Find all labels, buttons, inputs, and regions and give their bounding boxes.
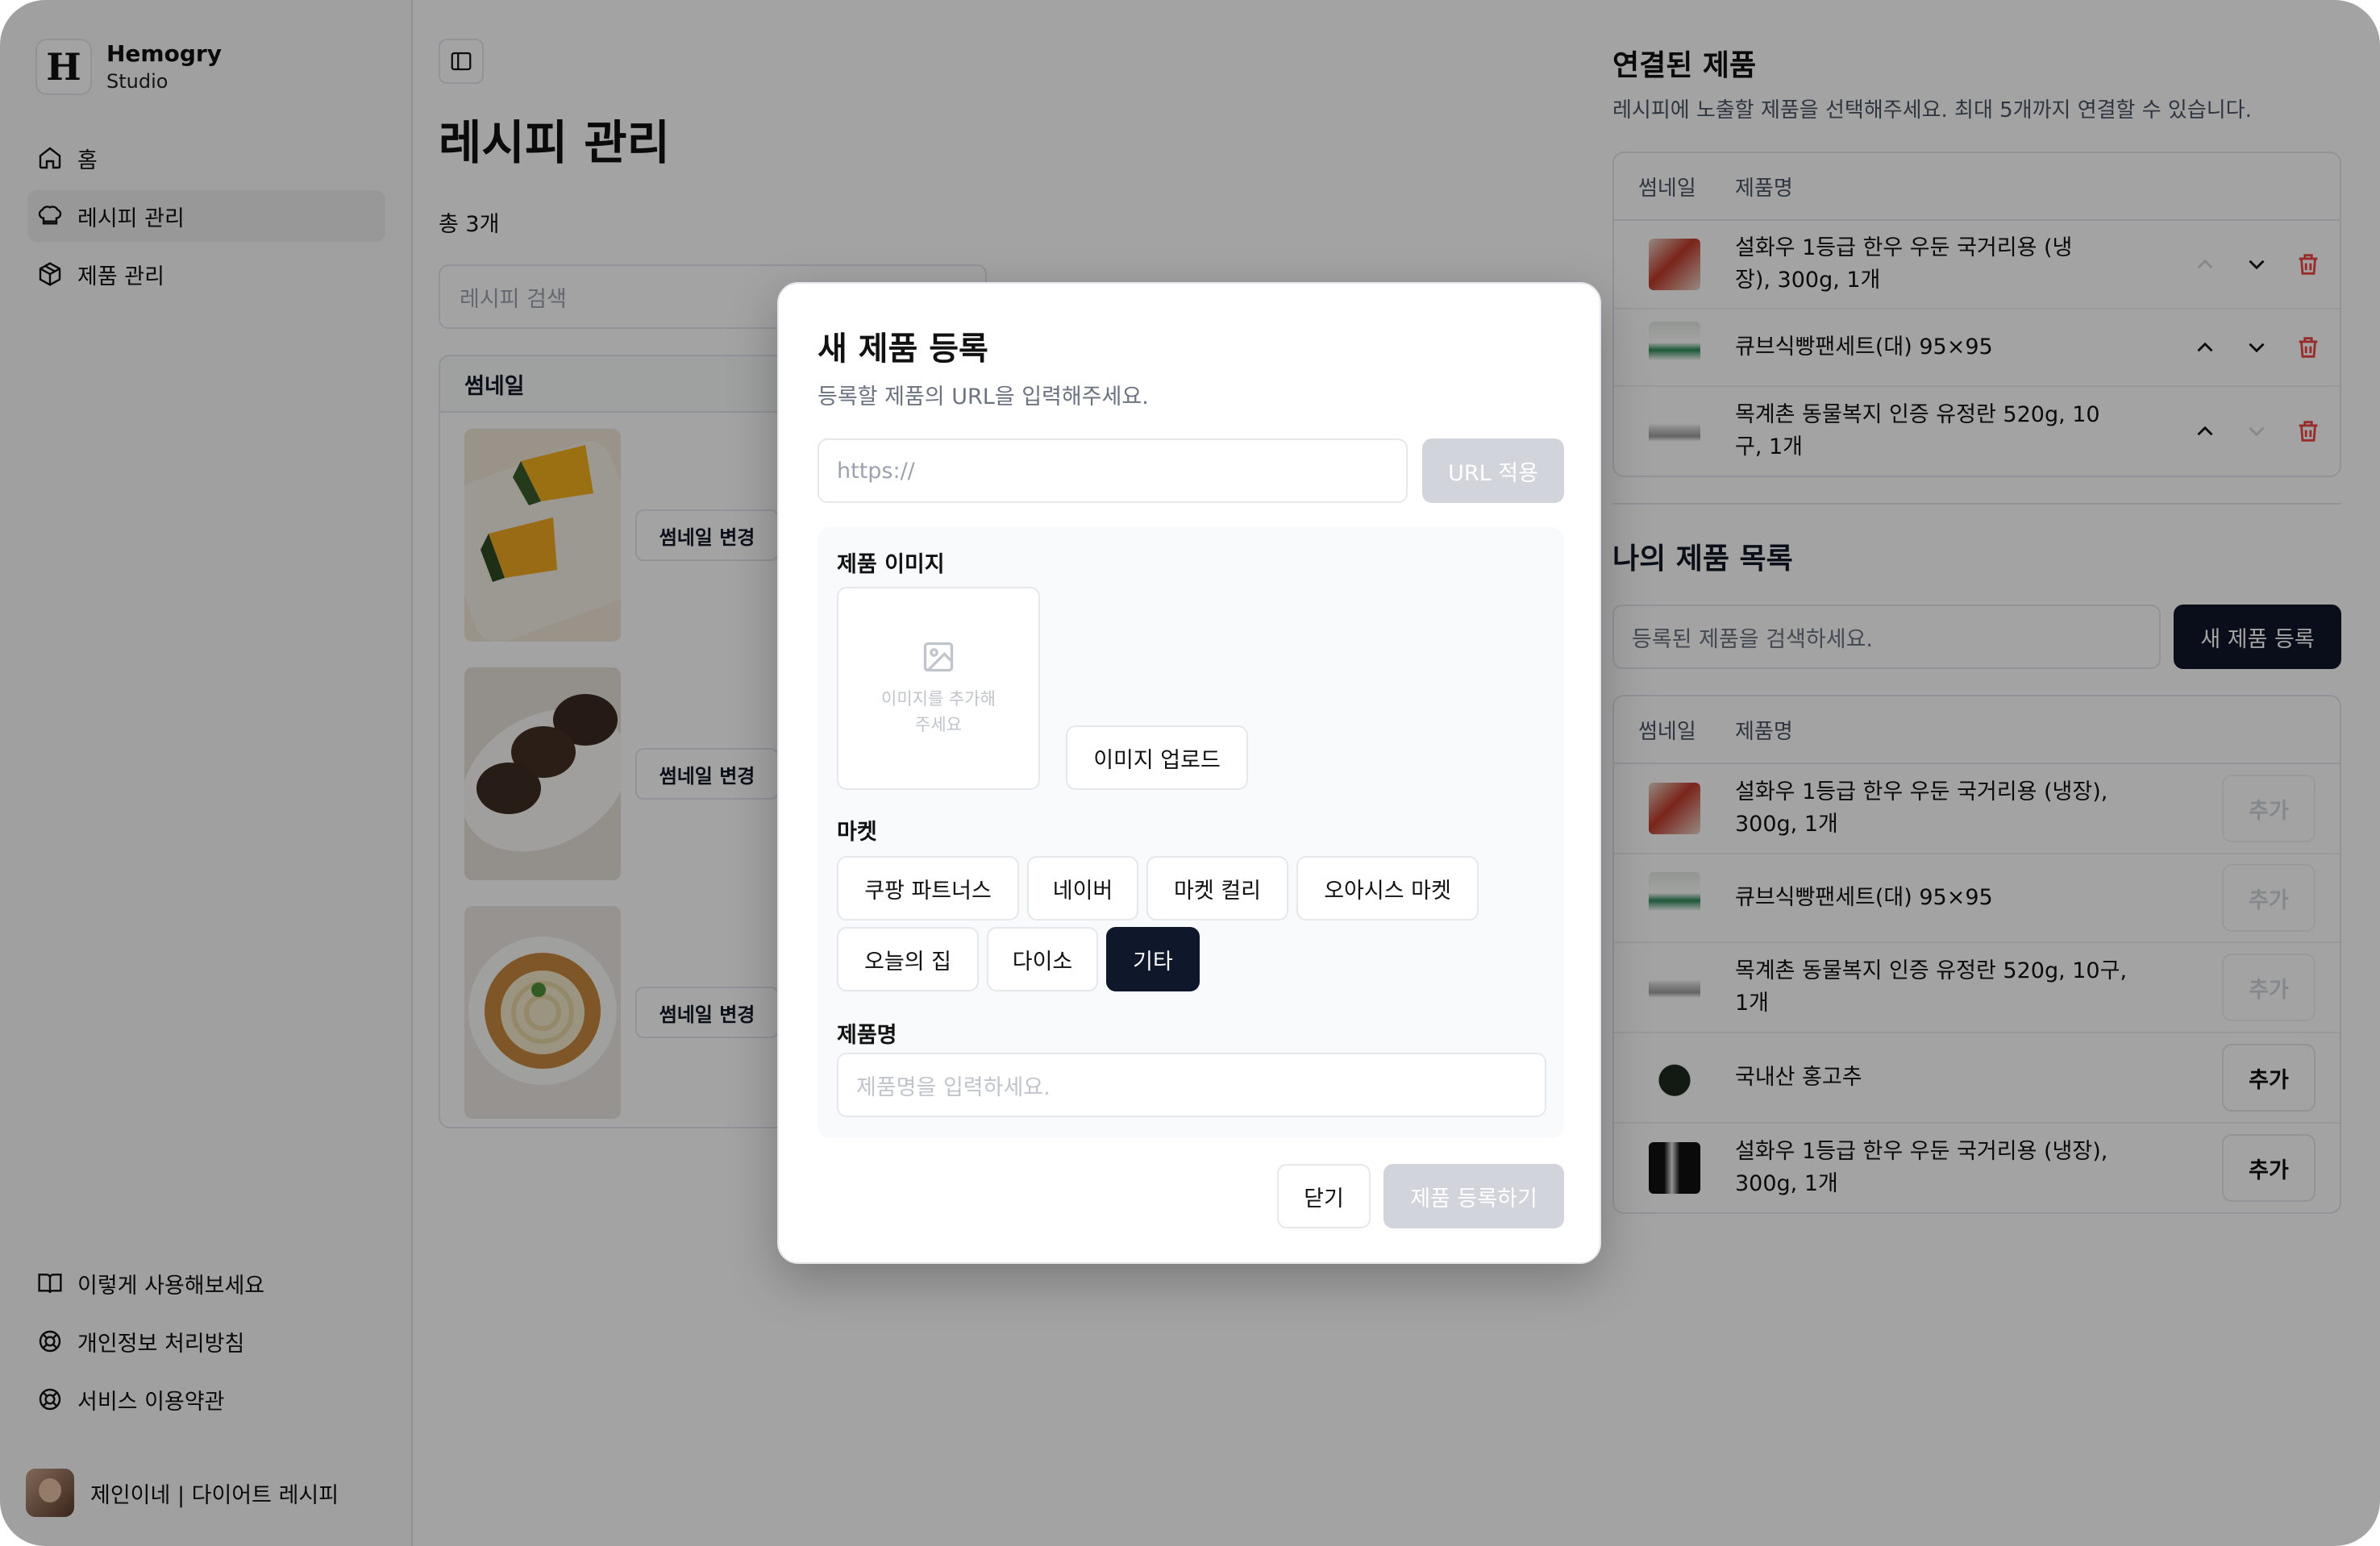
image-placeholder[interactable]: 이미지를 추가해주세요: [837, 587, 1040, 790]
apply-url-button[interactable]: URL 적용: [1422, 438, 1564, 503]
dialog-title: 새 제품 등록: [818, 330, 988, 368]
market-label: 마켓: [837, 820, 877, 845]
product-form: 제품 이미지 이미지를 추가해주세요 이미지 업로드 마켓 쿠팡 파트너스 네이…: [818, 527, 1564, 1138]
product-name-input[interactable]: 제품명을 입력하세요.: [837, 1053, 1546, 1117]
image-hint: 이미지를 추가해주세요: [881, 689, 996, 734]
new-product-dialog: 새 제품 등록 등록할 제품의 URL을 입력해주세요. https:// UR…: [777, 282, 1601, 1264]
dialog-description: 등록할 제품의 URL을 입력해주세요.: [818, 384, 1149, 409]
app-window: H Hemogry Studio 홈 레시피 관리 제품 관리 이렇게 사용해보…: [0, 0, 2380, 1546]
market-option-ohouse[interactable]: 오늘의 집: [837, 927, 979, 991]
market-option-kurly[interactable]: 마켓 컬리: [1146, 856, 1288, 921]
url-input[interactable]: https://: [818, 438, 1408, 503]
market-option-coupang[interactable]: 쿠팡 파트너스: [837, 856, 1019, 921]
upload-image-button[interactable]: 이미지 업로드: [1066, 725, 1248, 790]
market-option-other[interactable]: 기타: [1106, 927, 1200, 991]
market-option-naver[interactable]: 네이버: [1027, 856, 1138, 921]
product-name-label: 제품명: [837, 1023, 897, 1048]
close-button[interactable]: 닫기: [1277, 1164, 1371, 1228]
image-icon: [923, 642, 954, 672]
market-option-daiso[interactable]: 다이소: [987, 927, 1098, 991]
market-option-oasis[interactable]: 오아시스 마켓: [1296, 856, 1479, 921]
register-product-button[interactable]: 제품 등록하기: [1383, 1164, 1564, 1228]
image-label: 제품 이미지: [837, 552, 945, 577]
